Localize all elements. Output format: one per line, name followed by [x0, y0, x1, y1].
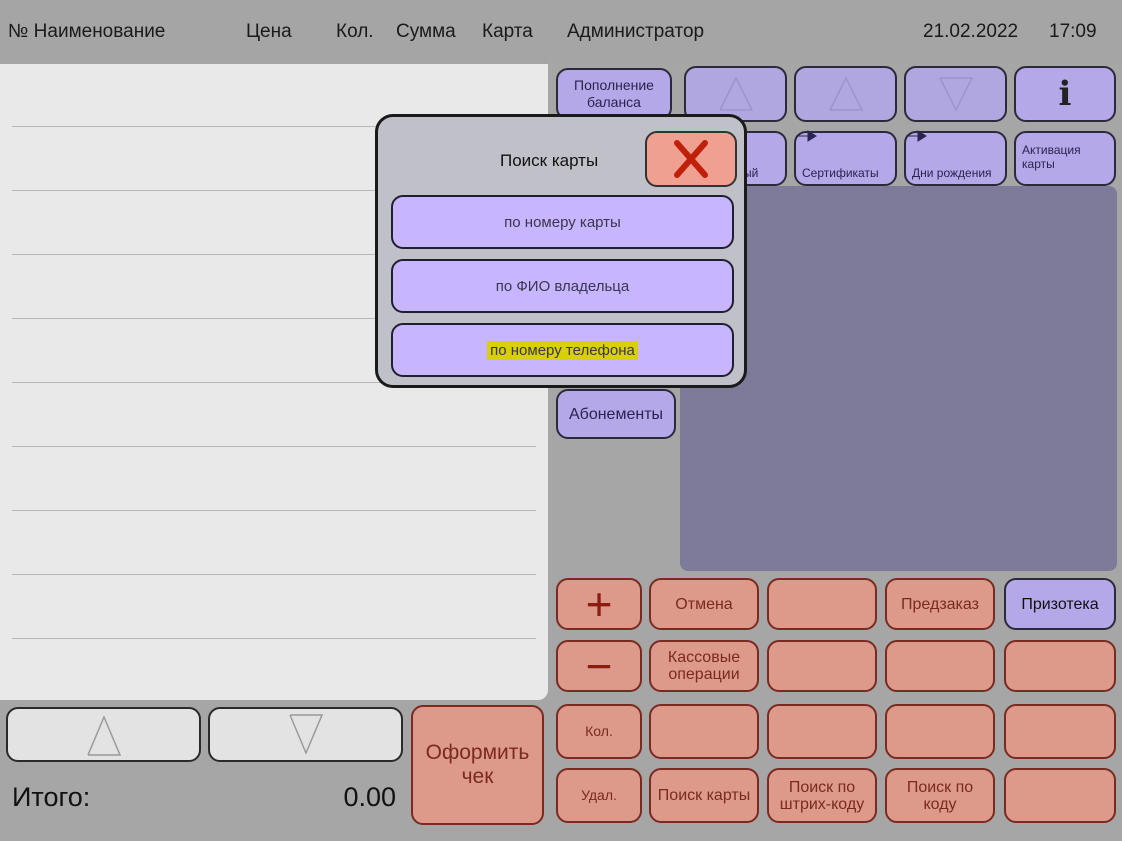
prize-button[interactable]: Призотека: [1004, 578, 1116, 630]
info-button[interactable]: i: [1014, 66, 1116, 122]
keypad-empty-button[interactable]: [649, 704, 759, 759]
time: 17:09: [1049, 21, 1097, 42]
checkout-button[interactable]: Оформить чек: [411, 705, 544, 825]
receipt-row-line: [12, 638, 536, 639]
dialog-title: Поиск карты: [500, 151, 599, 170]
subscriptions-button[interactable]: Абонементы: [556, 389, 676, 439]
arrow-right-icon: [796, 130, 817, 142]
keypad-empty-button[interactable]: [767, 640, 877, 692]
scroll-up-button[interactable]: [6, 707, 201, 762]
close-dialog-button[interactable]: [645, 131, 737, 187]
search-by-phone-label: по номеру телефона: [487, 340, 638, 360]
search-by-phone-button[interactable]: по номеру телефона: [391, 323, 734, 377]
code-search-button[interactable]: Поиск по коду: [885, 768, 995, 823]
column-qty: Кол.: [336, 21, 374, 42]
quantity-button[interactable]: Кол.: [556, 704, 642, 759]
column-price: Цена: [246, 21, 292, 42]
card-activation-label: Активация карты: [1022, 142, 1081, 171]
keypad-empty-button[interactable]: [1004, 768, 1116, 823]
plus-button[interactable]: +: [556, 578, 642, 630]
keypad-empty-button[interactable]: [767, 704, 877, 759]
card-search-dialog: Поиск карты по номеру карты по ФИО владе…: [375, 114, 747, 388]
search-by-owner-name-button[interactable]: по ФИО владельца: [391, 259, 734, 313]
receipt-row-line: [12, 446, 536, 447]
cancel-button[interactable]: Отмена: [649, 578, 759, 630]
cash-operations-button[interactable]: Кассовые операции: [649, 640, 759, 692]
scroll-up-button-3[interactable]: [794, 66, 897, 122]
arrow-up-icon: [718, 76, 753, 111]
close-icon: [674, 140, 708, 178]
card-activation-button[interactable]: Активация карты: [1014, 131, 1116, 186]
topup-balance-button[interactable]: Пополнение баланса: [556, 68, 672, 120]
keypad-empty-button[interactable]: [885, 640, 995, 692]
barcode-search-button[interactable]: Поиск по штрих-коду: [767, 768, 877, 823]
receipt-row-line: [12, 574, 536, 575]
date: 21.02.2022: [923, 21, 1019, 42]
total-panel: Итого: 0.00: [4, 766, 402, 826]
arrow-down-icon: [938, 77, 973, 112]
certificates-label: Сертификаты: [802, 166, 879, 180]
column-num-name: № Наименование: [8, 21, 166, 42]
preorder-button[interactable]: Предзаказ: [885, 578, 995, 630]
total-label: Итого:: [12, 782, 91, 812]
column-sum: Сумма: [396, 21, 456, 42]
search-by-card-number-button[interactable]: по номеру карты: [391, 195, 734, 249]
total-value: 0.00: [343, 782, 396, 812]
birthdays-label: Дни рождения: [912, 166, 992, 180]
scroll-down-button[interactable]: [208, 707, 403, 762]
minus-button[interactable]: −: [556, 640, 642, 692]
arrow-up-icon: [86, 714, 121, 756]
scroll-down-button-2[interactable]: [904, 66, 1007, 122]
receipt-row-line: [12, 510, 536, 511]
status-bar: Администратор 21.02.2022 17:09: [551, 0, 1122, 64]
keypad-empty-button[interactable]: [1004, 704, 1116, 759]
card-search-button[interactable]: Поиск карты: [649, 768, 759, 823]
column-card: Карта: [482, 21, 533, 42]
arrow-down-icon: [288, 713, 323, 755]
user-name: Администратор: [567, 21, 705, 42]
arrow-up-icon: [828, 76, 863, 111]
receipt-header: № Наименование Цена Кол. Сумма Карта: [0, 0, 548, 64]
info-icon: i: [1058, 73, 1072, 114]
keypad-empty-button[interactable]: [1004, 640, 1116, 692]
delete-button[interactable]: Удал.: [556, 768, 642, 823]
keypad-empty-button[interactable]: [767, 578, 877, 630]
keypad-empty-button[interactable]: [885, 704, 995, 759]
arrow-right-icon: [906, 130, 927, 142]
